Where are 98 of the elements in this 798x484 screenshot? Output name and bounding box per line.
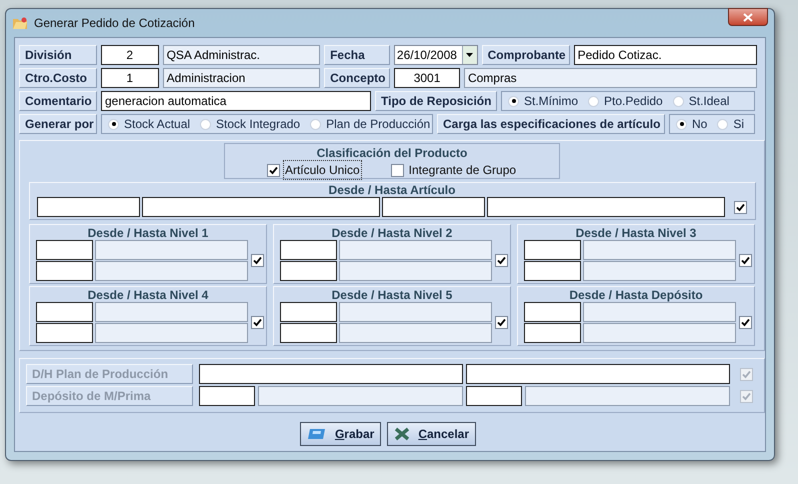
- checkbox[interactable]: [495, 316, 508, 329]
- field-label: Generar por: [19, 114, 97, 134]
- group-title: Desde / Hasta Depósito: [568, 288, 704, 302]
- description-field[interactable]: [339, 240, 492, 260]
- description-field[interactable]: [95, 261, 248, 281]
- group-title: Clasificación del Producto: [316, 146, 468, 160]
- close-icon: [743, 12, 753, 22]
- close-icon: [394, 427, 410, 441]
- checkbox[interactable]: [390, 164, 404, 176]
- text-field[interactable]: generacion automatica: [101, 91, 371, 111]
- checkbox-label: Integrante de Grupo: [408, 162, 518, 179]
- description-field[interactable]: [583, 240, 736, 260]
- group-title: Desde / Hasta Artículo: [328, 183, 456, 197]
- radio-button[interactable]: [200, 118, 212, 130]
- field-label: Ctro.Costo: [19, 68, 97, 88]
- text-field[interactable]: [280, 240, 337, 260]
- text-field[interactable]: 2: [100, 45, 159, 65]
- text-field[interactable]: [466, 386, 522, 406]
- group-title: Desde / Hasta Nivel 4: [86, 288, 210, 302]
- caret-icon: [466, 53, 474, 57]
- description-field[interactable]: [339, 323, 492, 343]
- text-field[interactable]: Pedido Cotizac.: [574, 45, 757, 65]
- radio-button[interactable]: [676, 118, 687, 130]
- field-label: Depósito de M/Prima: [26, 386, 193, 406]
- field-label: Fecha: [324, 45, 390, 65]
- description-field[interactable]: Administracion: [162, 68, 320, 88]
- dropdown-button[interactable]: [462, 46, 477, 64]
- text-field[interactable]: [199, 386, 255, 406]
- group-title: Desde / Hasta Nivel 1: [86, 226, 210, 240]
- description-field[interactable]: [95, 302, 248, 322]
- text-field[interactable]: [466, 364, 730, 384]
- checkbox[interactable]: [739, 254, 752, 267]
- window-title: Generar Pedido de Cotización: [34, 15, 195, 32]
- checkbox[interactable]: [734, 200, 746, 214]
- text-field[interactable]: [36, 261, 93, 281]
- radio-button[interactable]: [672, 96, 684, 106]
- description-field[interactable]: [339, 302, 492, 322]
- text-field[interactable]: [280, 261, 337, 281]
- radio-button[interactable]: [310, 118, 322, 130]
- checkbox[interactable]: [251, 254, 264, 267]
- text-field[interactable]: [524, 240, 581, 260]
- radio-label: Stock Integrado: [216, 116, 300, 133]
- group-title: Desde / Hasta Nivel 5: [330, 288, 454, 302]
- text-field[interactable]: [36, 197, 140, 217]
- text-field[interactable]: [524, 302, 581, 322]
- radio-label: St.Mínimo: [524, 93, 578, 110]
- description-field[interactable]: [258, 386, 463, 406]
- checkbox[interactable]: [266, 164, 280, 176]
- text-field[interactable]: [486, 197, 724, 217]
- description-field[interactable]: [339, 261, 492, 281]
- field-label: División: [19, 45, 97, 65]
- checkbox[interactable]: [251, 316, 264, 329]
- text-field[interactable]: [142, 197, 380, 217]
- folder-icon: [12, 16, 28, 30]
- text-field[interactable]: 1: [100, 68, 159, 88]
- field-label: Comprobante: [482, 45, 570, 65]
- text-field[interactable]: [524, 323, 581, 343]
- close-button[interactable]: [728, 8, 768, 26]
- field-label: Concepto: [324, 68, 390, 88]
- radio-label: Plan de Producción: [326, 116, 430, 133]
- date-field[interactable]: 26/10/2008: [394, 45, 478, 65]
- radio-button[interactable]: [717, 118, 728, 130]
- checkbox-label: Artículo Unico: [284, 161, 361, 179]
- radio-label: St.Ideal: [688, 93, 730, 110]
- text-field[interactable]: 3001: [394, 68, 460, 88]
- group-title: Desde / Hasta Nivel 2: [330, 226, 454, 240]
- description-field[interactable]: [95, 240, 248, 260]
- text-field[interactable]: [382, 197, 484, 217]
- radio-label: Stock Actual: [124, 116, 190, 133]
- field-label: Comentario: [19, 91, 97, 111]
- description-field[interactable]: [583, 323, 736, 343]
- cancel-button[interactable]: Cancelar: [387, 422, 476, 446]
- radio-button[interactable]: [508, 96, 519, 106]
- text-field[interactable]: [36, 323, 93, 343]
- text-field[interactable]: [36, 240, 93, 260]
- radio-label: Si: [733, 116, 744, 133]
- radio-label: Pto.Pedido: [604, 93, 663, 110]
- radio-button[interactable]: [108, 118, 119, 130]
- text-field[interactable]: [36, 302, 93, 322]
- group-title: Desde / Hasta Nivel 3: [574, 226, 698, 240]
- text-field[interactable]: [199, 364, 463, 384]
- description-field[interactable]: Compras: [464, 68, 758, 88]
- description-field[interactable]: QSA Administrac.: [162, 45, 320, 65]
- save-button[interactable]: Grabar: [300, 422, 382, 446]
- text-field[interactable]: [524, 261, 581, 281]
- field-label: D/H Plan de Producción: [26, 364, 193, 384]
- description-field[interactable]: [583, 261, 736, 281]
- checkbox[interactable]: [739, 316, 752, 329]
- radio-label: No: [692, 116, 708, 133]
- description-field[interactable]: [583, 302, 736, 322]
- description-field[interactable]: [525, 386, 730, 406]
- radio-button[interactable]: [588, 96, 600, 106]
- checkbox[interactable]: [495, 254, 508, 267]
- field-label: Carga las especificaciones de artículo: [437, 114, 665, 134]
- text-field[interactable]: [280, 302, 337, 322]
- text-field[interactable]: [280, 323, 337, 343]
- field-label: Tipo de Reposición: [375, 91, 497, 111]
- description-field[interactable]: [95, 323, 248, 343]
